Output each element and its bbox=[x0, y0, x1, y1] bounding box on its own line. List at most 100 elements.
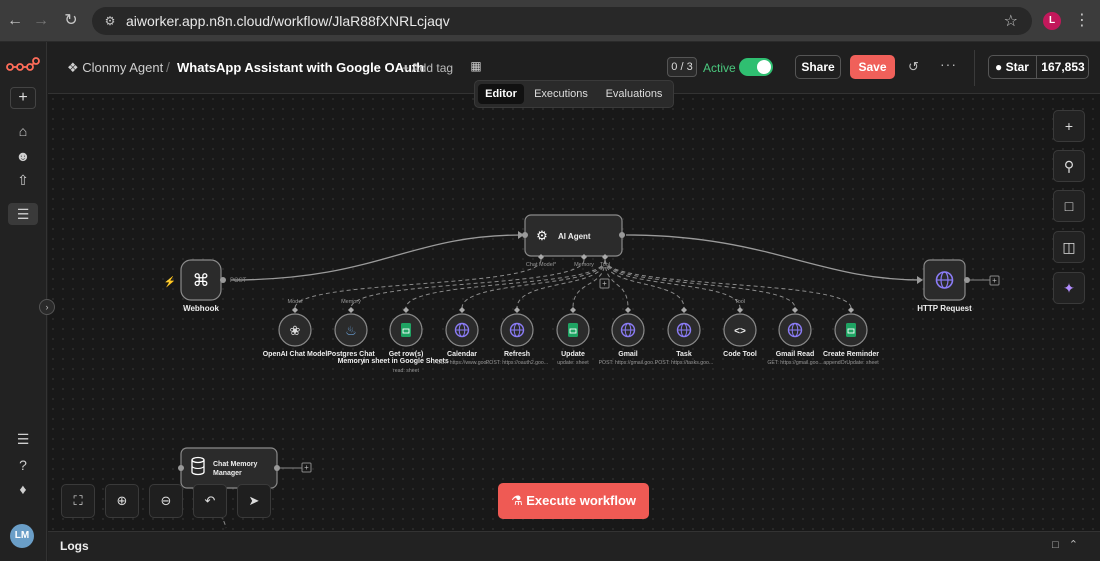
sheets-icon bbox=[401, 323, 411, 337]
github-star-label[interactable]: ● Star bbox=[989, 56, 1037, 78]
browser-menu-icon[interactable]: ⋮ bbox=[1074, 10, 1090, 30]
back-icon[interactable]: ← bbox=[4, 10, 26, 32]
sheets-icon bbox=[846, 323, 856, 337]
sub-node-label: Memory bbox=[338, 358, 365, 365]
sub-port-diamond bbox=[625, 307, 631, 313]
robot-icon: ⚙ bbox=[536, 228, 548, 243]
sub-connection bbox=[604, 259, 741, 309]
forward-icon[interactable]: → bbox=[30, 10, 52, 32]
add-tag-button[interactable]: + Add tag bbox=[402, 61, 453, 75]
collapse-sidebar-icon[interactable]: › bbox=[39, 299, 55, 315]
share-button[interactable]: Share bbox=[795, 55, 841, 79]
logs-panel[interactable]: Logs □⌃ bbox=[48, 531, 1100, 561]
project-breadcrumb[interactable]: ❖ Clonmy Agent bbox=[67, 60, 163, 76]
site-settings-icon[interactable]: ⚙ bbox=[102, 13, 118, 29]
logs-controls[interactable]: □⌃ bbox=[1052, 538, 1088, 551]
sub-port-label: Model bbox=[288, 299, 303, 305]
tab-evaluations[interactable]: Evaluations bbox=[598, 84, 670, 104]
layers-icon[interactable]: ☰ bbox=[8, 203, 38, 225]
browser-toolbar: ← → ↻ ⚙ aiworker.app.n8n.cloud/workflow/… bbox=[0, 0, 1100, 42]
execute-workflow-button[interactable]: ⚗ Execute workflow bbox=[498, 483, 649, 519]
memory-manager-label: Manager bbox=[213, 470, 242, 477]
arrow-head bbox=[917, 276, 923, 284]
sub-node-sublabel: POST: https://tasks.goo... bbox=[655, 360, 714, 366]
archive-icon[interactable]: ▦ bbox=[468, 59, 484, 75]
n8n-logo-icon[interactable] bbox=[6, 57, 40, 75]
add-node-icon: + bbox=[992, 276, 997, 285]
user-icon[interactable]: ☻ bbox=[12, 145, 34, 167]
active-toggle[interactable] bbox=[739, 58, 773, 76]
tab-executions[interactable]: Executions bbox=[528, 84, 594, 104]
save-button[interactable]: Save bbox=[850, 55, 895, 79]
add-node-icon: + bbox=[304, 463, 309, 472]
profile-avatar[interactable]: L bbox=[1043, 12, 1061, 30]
memory-manager-label: Chat Memory bbox=[213, 461, 257, 468]
url-text[interactable]: aiworker.app.n8n.cloud/workflow/JlaR88fX… bbox=[126, 13, 450, 29]
zoom-in-icon[interactable]: ⊕ bbox=[105, 484, 139, 518]
create-button[interactable]: + bbox=[10, 87, 36, 109]
output-handle bbox=[619, 232, 625, 238]
sub-port-diamond bbox=[848, 307, 854, 313]
sub-node-sublabel: GET: https://gmail.goo... bbox=[767, 360, 822, 366]
sub-port-diamond bbox=[403, 307, 409, 313]
sub-node-sublabel: POST: https://oauth2.goo... bbox=[486, 360, 548, 366]
workflow-title[interactable]: WhatsApp Assistant with Google OAuth bbox=[177, 60, 424, 75]
sub-node-label: Gmail bbox=[618, 351, 638, 358]
webhook-icon: ⌘ bbox=[193, 271, 210, 290]
sub-port-diamond bbox=[514, 307, 520, 313]
sub-node-label: Get row(s) bbox=[389, 351, 424, 358]
sub-node-sublabel: appendOrUpdate: sheet bbox=[823, 360, 879, 366]
fit-view-icon[interactable]: ⛶ bbox=[61, 484, 95, 518]
breadcrumb-separator: / bbox=[166, 59, 170, 75]
sub-node-sublabel: update: sheet bbox=[557, 360, 589, 366]
history-icon[interactable]: ↺ bbox=[908, 59, 919, 75]
sub-node-sublabel: POST: https://gmail.goo... bbox=[599, 360, 658, 366]
sticky-note-icon[interactable]: □ bbox=[1053, 190, 1085, 222]
sub-port-diamond bbox=[792, 307, 798, 313]
sub-port-diamond bbox=[292, 307, 298, 313]
ai-assistant-icon[interactable]: ✦ bbox=[1053, 272, 1085, 304]
panel-toggle-icon[interactable]: ◫ bbox=[1053, 231, 1085, 263]
agent-port-label: Memory bbox=[574, 262, 594, 268]
github-star-button[interactable]: ● Star 167,853 bbox=[988, 55, 1089, 79]
avatar[interactable]: LM bbox=[10, 524, 34, 548]
bell-icon[interactable]: ♦ bbox=[12, 478, 34, 500]
sub-port-diamond bbox=[737, 307, 743, 313]
sub-port-label: Memory bbox=[341, 299, 361, 305]
output-handle bbox=[964, 277, 970, 283]
postgres-icon: ♨ bbox=[345, 323, 357, 338]
sheets-icon bbox=[568, 323, 578, 337]
templates-icon[interactable]: ☰ bbox=[12, 428, 34, 450]
logs-label: Logs bbox=[60, 539, 89, 553]
sub-node-label: Postgres Chat bbox=[327, 351, 375, 358]
bookmark-star-icon[interactable]: ☆ bbox=[1004, 11, 1018, 31]
tab-editor[interactable]: Editor bbox=[478, 84, 524, 104]
header-divider bbox=[974, 50, 975, 86]
undo-icon[interactable]: ↶ bbox=[193, 484, 227, 518]
sub-port-diamond bbox=[681, 307, 687, 313]
home-icon[interactable]: ⌂ bbox=[12, 120, 34, 142]
sub-node-label: Update bbox=[561, 351, 585, 358]
address-bar[interactable]: ⚙ aiworker.app.n8n.cloud/workflow/JlaR88… bbox=[92, 7, 1032, 35]
sub-port-label: Tool bbox=[735, 299, 745, 305]
sub-connection bbox=[604, 259, 852, 309]
sub-node-label: Create Reminder bbox=[823, 351, 879, 358]
help-icon[interactable]: ? bbox=[12, 454, 34, 476]
input-handle bbox=[178, 465, 184, 471]
add-node-button[interactable]: + bbox=[1053, 110, 1085, 142]
pointer-icon[interactable]: ➤ bbox=[237, 484, 271, 518]
sub-port-diamond bbox=[348, 307, 354, 313]
more-icon[interactable]: ··· bbox=[940, 56, 957, 72]
openai-icon: ❀ bbox=[290, 323, 301, 338]
zoom-out-icon[interactable]: ⊖ bbox=[149, 484, 183, 518]
github-star-count: 167,853 bbox=[1041, 60, 1085, 74]
sub-node-label: Task bbox=[676, 351, 692, 358]
sub-port-diamond bbox=[570, 307, 576, 313]
reload-icon[interactable]: ↻ bbox=[60, 10, 82, 32]
workflow-canvas[interactable]: ⌘ ⚡ POST Webhook ⚙ AI Agent Chat Model* Memory T… bbox=[48, 94, 1100, 531]
search-icon[interactable]: ⚲ bbox=[1053, 150, 1085, 182]
sub-connection bbox=[604, 259, 796, 309]
webhook-handle-label: POST bbox=[230, 278, 247, 284]
sub-node-label: Refresh bbox=[504, 351, 530, 358]
share-icon[interactable]: ⇧ bbox=[12, 169, 34, 191]
